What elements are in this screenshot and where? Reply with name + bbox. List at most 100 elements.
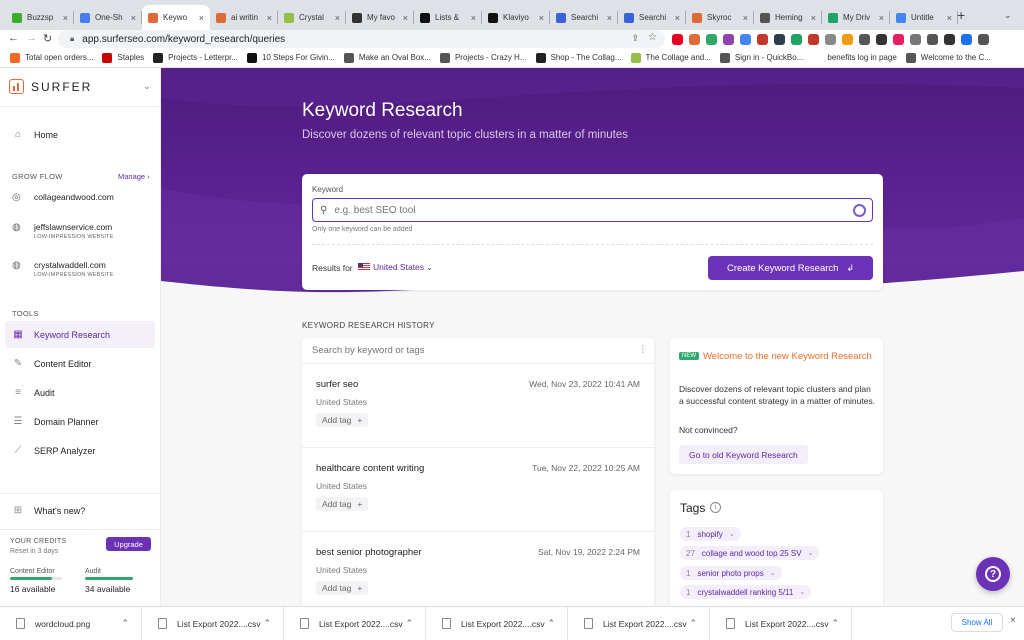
extension-icon[interactable]: [944, 33, 955, 45]
browser-tab[interactable]: Searchi ×: [618, 5, 686, 30]
sidebar-item-content-editor[interactable]: ✎ Content Editor: [5, 350, 155, 377]
browser-tab[interactable]: My Driv ×: [822, 5, 890, 30]
sidebar-item-keyword-research[interactable]: ▦ Keyword Research: [5, 321, 155, 348]
close-icon[interactable]: ×: [403, 13, 408, 23]
bookmark-item[interactable]: Projects - Crazy H...: [439, 52, 527, 63]
bookmark-item[interactable]: Staples: [102, 52, 144, 63]
filter-icon[interactable]: ⫶: [642, 345, 645, 356]
chevron-up-icon[interactable]: ⌃: [831, 618, 839, 629]
keyword-input[interactable]: [334, 204, 853, 216]
history-keyword[interactable]: surfer seo: [316, 379, 358, 390]
create-keyword-research-button[interactable]: Create Keyword Research ↲: [708, 256, 873, 280]
forward-icon[interactable]: →: [26, 32, 37, 44]
browser-tab[interactable]: Heming ×: [754, 5, 822, 30]
bookmark-item[interactable]: Total open orders...: [10, 52, 93, 63]
close-icon[interactable]: ×: [1010, 615, 1016, 626]
extension-icon[interactable]: [757, 33, 768, 45]
browser-tab[interactable]: Searchi ×: [550, 5, 618, 30]
ai-assist-icon[interactable]: [853, 203, 866, 217]
history-row[interactable]: surfer seo Wed, Nov 23, 2022 10:41 AM Un…: [302, 364, 654, 448]
download-item[interactable]: List Export 2022....csv ⌃: [284, 606, 426, 640]
browser-tab[interactable]: ai writin ×: [210, 5, 278, 30]
close-icon[interactable]: ×: [199, 13, 204, 23]
chevron-down-icon[interactable]: ⌄: [1004, 10, 1012, 21]
extension-icon[interactable]: [808, 33, 819, 45]
chevron-up-icon[interactable]: ⌃: [263, 618, 271, 629]
info-icon[interactable]: i: [710, 502, 721, 513]
reload-icon[interactable]: ↻: [43, 32, 52, 45]
close-icon[interactable]: ×: [131, 13, 136, 23]
history-keyword[interactable]: best senior photographer: [316, 547, 422, 558]
extension-icon[interactable]: [910, 33, 921, 45]
add-tag-button[interactable]: Add tag +: [316, 497, 369, 511]
chevron-up-icon[interactable]: ⌃: [689, 618, 697, 629]
close-icon[interactable]: ×: [947, 13, 952, 23]
close-icon[interactable]: ×: [63, 13, 68, 23]
extension-icon[interactable]: [859, 33, 870, 45]
extension-icon[interactable]: [876, 33, 887, 45]
browser-tab[interactable]: Klaviyo ×: [482, 5, 550, 30]
surfer-logo[interactable]: SURFER: [9, 79, 92, 94]
share-icon[interactable]: ⇪: [631, 33, 639, 44]
browser-tab[interactable]: Lists & ×: [414, 5, 482, 30]
url-field[interactable]: 🔒︎ app.surferseo.com/keyword_research/qu…: [58, 30, 665, 48]
extension-icon[interactable]: [825, 33, 836, 45]
download-item[interactable]: List Export 2022....csv ⌃: [568, 606, 710, 640]
browser-tab[interactable]: Skyroc ×: [686, 5, 754, 30]
close-icon[interactable]: ×: [743, 13, 748, 23]
history-row[interactable]: healthcare content writing Tue, Nov 22, …: [302, 448, 654, 532]
close-icon[interactable]: ×: [879, 13, 884, 23]
close-icon[interactable]: ×: [675, 13, 680, 23]
show-all-downloads-button[interactable]: Show All: [951, 613, 1003, 632]
bookmark-item[interactable]: Make an Oval Box...: [343, 52, 431, 63]
download-item[interactable]: wordcloud.png ⌃: [0, 606, 142, 640]
close-icon[interactable]: ×: [607, 13, 612, 23]
site-item-crystalwaddell[interactable]: ◍ crystalwaddell.com LOW-IMPRESSION WEBSI…: [12, 260, 113, 278]
old-keyword-research-button[interactable]: Go to old Keyword Research: [679, 445, 808, 464]
chevron-up-icon[interactable]: ⌃: [547, 618, 555, 629]
close-icon[interactable]: ×: [811, 13, 816, 23]
upgrade-button[interactable]: Upgrade: [106, 537, 151, 551]
tag-chip[interactable]: 1 shopify ⌄: [680, 527, 741, 541]
history-keyword[interactable]: healthcare content writing: [316, 463, 424, 474]
browser-tab[interactable]: Untitle ×: [890, 5, 958, 30]
bookmark-item[interactable]: Welcome to the C...: [905, 52, 991, 63]
browser-tab[interactable]: Buzzsp ×: [6, 5, 74, 30]
extension-icon[interactable]: [774, 33, 785, 45]
download-item[interactable]: List Export 2022....csv ⌃: [710, 606, 852, 640]
download-item[interactable]: List Export 2022....csv ⌃: [142, 606, 284, 640]
extension-icon[interactable]: [961, 33, 972, 45]
bookmark-star-icon[interactable]: ☆: [648, 32, 657, 43]
add-tag-button[interactable]: Add tag +: [316, 581, 369, 595]
chevron-down-icon[interactable]: ⌄: [143, 81, 151, 92]
sidebar-item-audit[interactable]: ≡ Audit: [5, 379, 155, 406]
chevron-up-icon[interactable]: ⌃: [405, 618, 413, 629]
history-row[interactable]: best senior photographer Sat, Nov 19, 20…: [302, 532, 654, 606]
bookmark-item[interactable]: Sign in - QuickBo...: [719, 52, 803, 63]
extension-icon[interactable]: [978, 33, 989, 45]
browser-tab[interactable]: Crystal ×: [278, 5, 346, 30]
extension-icon[interactable]: [842, 33, 853, 45]
extension-icon[interactable]: [689, 33, 700, 45]
sidebar-item-serp-analyzer[interactable]: ⟋ SERP Analyzer: [5, 437, 155, 464]
manage-link[interactable]: Manage ›: [118, 172, 150, 181]
bookmark-item[interactable]: Projects - Letterpr...: [153, 52, 238, 63]
bookmark-item[interactable]: benefits log in page: [812, 52, 897, 63]
extension-icon[interactable]: [706, 33, 717, 45]
close-icon[interactable]: ×: [267, 13, 272, 23]
close-icon[interactable]: ×: [471, 13, 476, 23]
bookmark-item[interactable]: Shop - The Collag...: [535, 52, 622, 63]
tag-chip[interactable]: 1 crystalwaddell ranking 5/11 ⌄: [680, 585, 812, 599]
site-item-jeffslawnservice[interactable]: ◍ jeffslawnservice.com LOW-IMPRESSION WEB…: [12, 222, 113, 240]
browser-tab[interactable]: My favo ×: [346, 5, 414, 30]
bookmark-item[interactable]: The Collage and...: [630, 52, 711, 63]
extension-icon[interactable]: [791, 33, 802, 45]
new-tab-button[interactable]: +: [957, 7, 965, 23]
tag-chip[interactable]: 27 collage and wood top 25 SV ⌄: [680, 546, 820, 560]
back-icon[interactable]: ←: [8, 32, 19, 44]
site-item-collageandwood[interactable]: ◎ collageandwood.com: [12, 192, 114, 203]
chevron-up-icon[interactable]: ⌃: [121, 618, 129, 629]
tag-chip[interactable]: 1 senior photo props ⌄: [680, 566, 782, 580]
close-icon[interactable]: ×: [335, 13, 340, 23]
sidebar-item-domain-planner[interactable]: ☰ Domain Planner: [5, 408, 155, 435]
